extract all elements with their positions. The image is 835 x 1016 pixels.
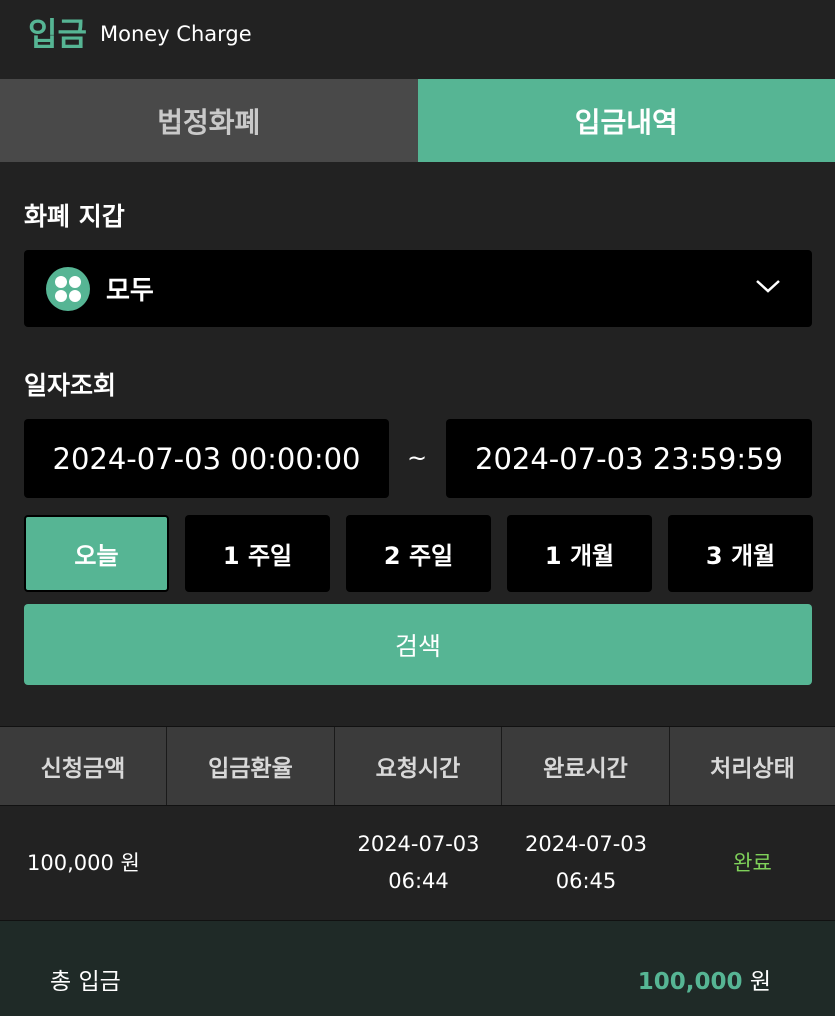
wallet-select[interactable]: 모두	[24, 250, 812, 327]
period-1week-button[interactable]: 1 주일	[185, 515, 330, 592]
column-header-complete-time: 완료시간	[502, 727, 670, 805]
request-date: 2024-07-03	[357, 832, 480, 856]
column-header-amount: 신청금액	[0, 727, 167, 805]
table-row: 100,000 원 2024-07-03 06:44 2024-07-03 06…	[0, 806, 835, 920]
tab-fiat[interactable]: 법정화폐	[0, 79, 418, 162]
page-title: 입금	[28, 15, 87, 53]
period-2week-button[interactable]: 2 주일	[346, 515, 491, 592]
period-1month-button[interactable]: 1 개월	[507, 515, 652, 592]
cell-rate	[167, 806, 335, 920]
wallet-label: 화폐 지갑	[24, 202, 125, 231]
date-separator: ~	[407, 444, 428, 472]
column-header-status: 처리상태	[710, 756, 795, 782]
search-button[interactable]: 검색	[24, 604, 812, 685]
table-header: 신청금액 입금환율 요청시간 완료시간 처리상태	[0, 726, 835, 806]
complete-date: 2024-07-03	[524, 832, 648, 856]
cell-status: 완료	[733, 850, 772, 875]
summary-total: 100,000 원	[638, 962, 771, 996]
summary-total-unit: 원	[749, 969, 771, 995]
page-header: 입금 Money Charge	[0, 0, 835, 79]
column-header-rate: 입금환율	[167, 727, 335, 805]
date-to-input[interactable]: 2024-07-03 23:59:59	[446, 419, 812, 498]
period-3month-button[interactable]: 3 개월	[668, 515, 813, 592]
summary-label: 총 입금	[50, 969, 121, 995]
tab-bar: 법정화폐 입금내역	[0, 79, 835, 162]
complete-time: 06:45	[555, 869, 617, 893]
tab-deposit-history[interactable]: 입금내역	[417, 79, 835, 162]
page-subtitle: Money Charge	[100, 22, 252, 46]
cell-amount: 100,000 원	[27, 850, 140, 875]
wallet-selected-value: 모두	[106, 276, 154, 306]
date-label: 일자조회	[24, 371, 117, 400]
cell-complete-time: 2024-07-03 06:45	[502, 806, 670, 920]
grid-icon	[46, 266, 90, 311]
date-from-input[interactable]: 2024-07-03 00:00:00	[24, 419, 389, 498]
chevron-down-icon	[756, 280, 780, 293]
summary-total-value: 100,000	[637, 969, 743, 995]
request-time: 06:44	[388, 869, 449, 893]
deposit-summary: 총 입금 100,000 원	[0, 920, 835, 1016]
period-today-button[interactable]: 오늘	[24, 515, 169, 592]
column-header-request-time: 요청시간	[335, 727, 502, 805]
cell-request-time: 2024-07-03 06:44	[335, 806, 502, 920]
